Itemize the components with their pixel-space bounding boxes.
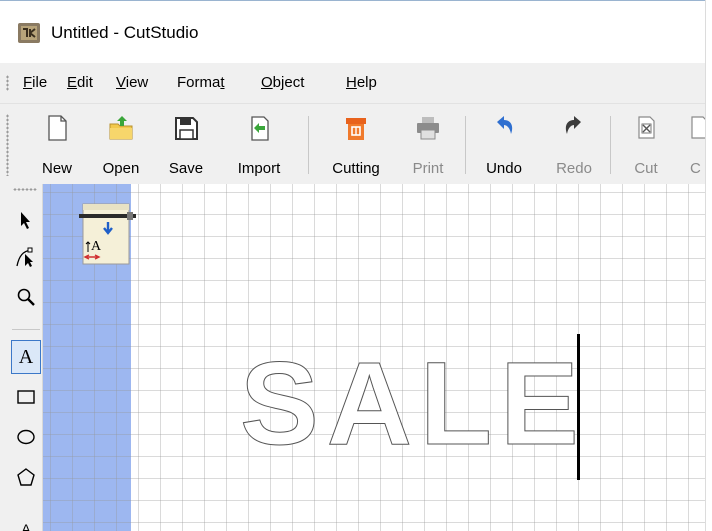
tool-separator xyxy=(12,329,40,330)
import-icon xyxy=(251,116,269,141)
print-button[interactable]: Print xyxy=(406,108,450,180)
menu-help[interactable]: Help xyxy=(346,74,377,92)
redo-icon xyxy=(565,116,581,134)
title-bar: Untitled - CutStudio xyxy=(0,0,712,64)
media-settings-icon[interactable]: A xyxy=(79,200,136,266)
cut-button[interactable]: Cut xyxy=(626,108,666,180)
node-edit-icon xyxy=(16,247,33,267)
import-button[interactable]: Import xyxy=(228,108,290,180)
rectangle-tool-icon xyxy=(17,390,35,404)
menu-grip[interactable] xyxy=(6,75,9,91)
window-title: Untitled - CutStudio xyxy=(51,23,199,42)
zoom-tool[interactable] xyxy=(11,280,41,314)
node-edit-tool[interactable] xyxy=(11,240,41,274)
toolbar: New Open Save Import Cutting Print Undo … xyxy=(0,104,712,184)
window-right-edge xyxy=(705,0,712,531)
cut-icon xyxy=(638,116,655,139)
ellipse-tool-icon xyxy=(17,429,35,445)
menu-bar: File Edit View Format Object Help xyxy=(0,63,712,104)
svg-text:A: A xyxy=(91,239,102,254)
select-tool[interactable] xyxy=(11,204,41,238)
new-document-icon xyxy=(48,115,67,141)
cutting-button[interactable]: Cutting xyxy=(320,108,392,180)
text-path-icon: A xyxy=(21,520,31,531)
toolbar-separator xyxy=(308,116,309,174)
menu-view[interactable]: View xyxy=(116,74,148,92)
save-button[interactable]: Save xyxy=(164,108,208,180)
toolbar-separator xyxy=(465,116,466,174)
menu-file[interactable]: File xyxy=(23,74,47,92)
menu-object[interactable]: Object xyxy=(261,74,304,92)
cutting-icon xyxy=(346,118,366,140)
text-tool[interactable]: A xyxy=(11,340,41,374)
polygon-tool-icon xyxy=(17,468,35,486)
menu-format[interactable]: Format xyxy=(177,74,225,92)
text-cursor xyxy=(577,334,580,480)
select-arrow-icon xyxy=(21,212,30,229)
tool-palette-grip[interactable] xyxy=(13,188,37,191)
tool-palette: A A xyxy=(10,184,43,531)
new-button[interactable]: New xyxy=(36,108,78,180)
copy-icon xyxy=(691,116,706,139)
window-left-edge xyxy=(0,184,10,531)
open-button[interactable]: Open xyxy=(96,108,146,180)
text-tool-icon: A xyxy=(18,346,34,368)
copy-button[interactable]: C xyxy=(684,108,706,180)
more-tools[interactable]: A xyxy=(11,502,41,531)
toolbar-separator xyxy=(610,116,611,174)
open-folder-icon xyxy=(109,116,133,140)
toolbar-grip[interactable] xyxy=(6,114,9,176)
zoom-magnifier-icon xyxy=(17,288,35,306)
undo-button[interactable]: Undo xyxy=(480,108,528,180)
menu-edit[interactable]: Edit xyxy=(67,74,93,92)
undo-icon xyxy=(497,116,513,134)
ellipse-tool[interactable] xyxy=(11,420,41,454)
rectangle-tool[interactable] xyxy=(11,380,41,414)
redo-button[interactable]: Redo xyxy=(552,108,596,180)
cutstudio-app-icon xyxy=(18,23,40,43)
polygon-tool[interactable] xyxy=(11,460,41,494)
printer-icon xyxy=(417,117,439,140)
save-floppy-icon xyxy=(175,117,198,140)
canvas-text-object[interactable]: SALE xyxy=(240,345,587,464)
